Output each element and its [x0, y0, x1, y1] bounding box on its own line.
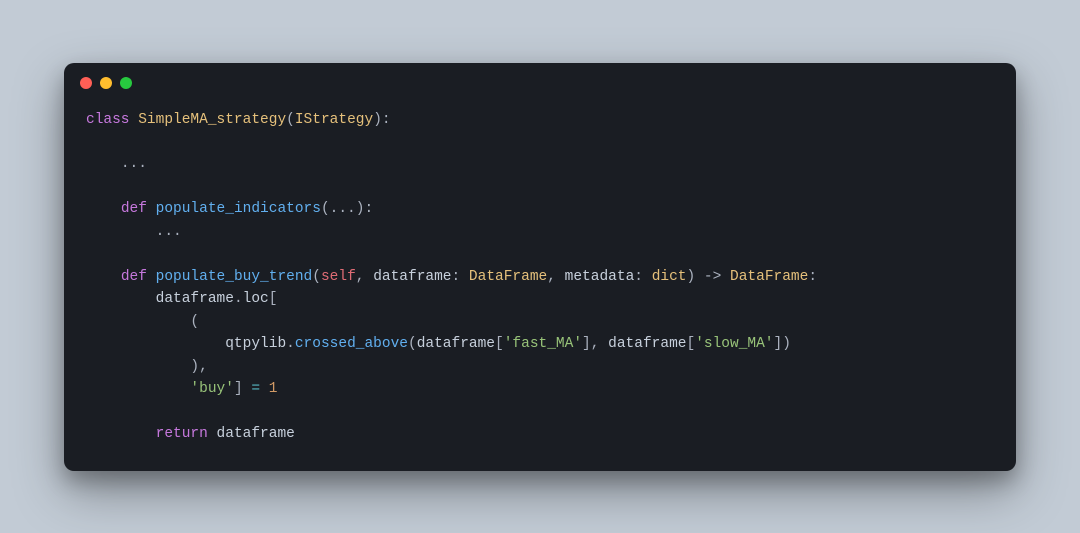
bracket-open: [ [686, 336, 695, 352]
paren-open: ( [312, 269, 321, 285]
paren-close: ) [782, 336, 791, 352]
code-content: class SimpleMA_strategy(IStrategy): ... … [64, 99, 1016, 464]
var-dataframe: dataframe [608, 336, 686, 352]
module-qtpylib: qtpylib [225, 336, 286, 352]
colon: : [382, 112, 391, 128]
dot: . [234, 291, 243, 307]
bracket-close: ] [774, 336, 783, 352]
base-class: IStrategy [295, 112, 373, 128]
paren-close: ) [687, 269, 696, 285]
colon: : [808, 269, 817, 285]
param-dataframe: dataframe [373, 269, 451, 285]
operator-assign: = [251, 381, 260, 397]
code-editor-window: class SimpleMA_strategy(IStrategy): ... … [64, 63, 1016, 471]
ellipsis: ... [121, 156, 147, 172]
bracket-close: ] [234, 381, 243, 397]
paren-close: ) [190, 359, 199, 375]
ellipsis-params: ... [330, 201, 356, 217]
comma: , [591, 336, 600, 352]
maximize-icon[interactable] [120, 77, 132, 89]
minimize-icon[interactable] [100, 77, 112, 89]
string-slow-ma: 'slow_MA' [695, 336, 773, 352]
type-dataframe: DataFrame [469, 269, 547, 285]
colon: : [364, 201, 373, 217]
paren-open: ( [190, 314, 199, 330]
type-dict: dict [652, 269, 687, 285]
comma: , [547, 269, 556, 285]
class-name: SimpleMA_strategy [138, 112, 286, 128]
var-dataframe: dataframe [156, 291, 234, 307]
paren-close: ) [373, 112, 382, 128]
func-crossed-above: crossed_above [295, 336, 408, 352]
return-type: DataFrame [730, 269, 808, 285]
ellipsis: ... [156, 224, 182, 240]
dot: . [286, 336, 295, 352]
string-buy: 'buy' [190, 381, 234, 397]
keyword-class: class [86, 112, 130, 128]
keyword-def: def [121, 201, 147, 217]
attr-loc: loc [243, 291, 269, 307]
paren-open: ( [286, 112, 295, 128]
comma: , [356, 269, 365, 285]
window-controls [64, 63, 1016, 99]
comma: , [199, 359, 208, 375]
keyword-def: def [121, 269, 147, 285]
param-metadata: metadata [565, 269, 635, 285]
bracket-open: [ [495, 336, 504, 352]
paren-open: ( [321, 201, 330, 217]
keyword-return: return [156, 426, 208, 442]
close-icon[interactable] [80, 77, 92, 89]
bracket-close: ] [582, 336, 591, 352]
colon: : [452, 269, 461, 285]
string-fast-ma: 'fast_MA' [504, 336, 582, 352]
number-one: 1 [269, 381, 278, 397]
var-dataframe: dataframe [417, 336, 495, 352]
param-self: self [321, 269, 356, 285]
var-dataframe: dataframe [217, 426, 295, 442]
function-name: populate_buy_trend [156, 269, 313, 285]
bracket-open: [ [269, 291, 278, 307]
arrow: -> [704, 269, 721, 285]
paren-open: ( [408, 336, 417, 352]
function-name: populate_indicators [156, 201, 321, 217]
colon: : [634, 269, 643, 285]
